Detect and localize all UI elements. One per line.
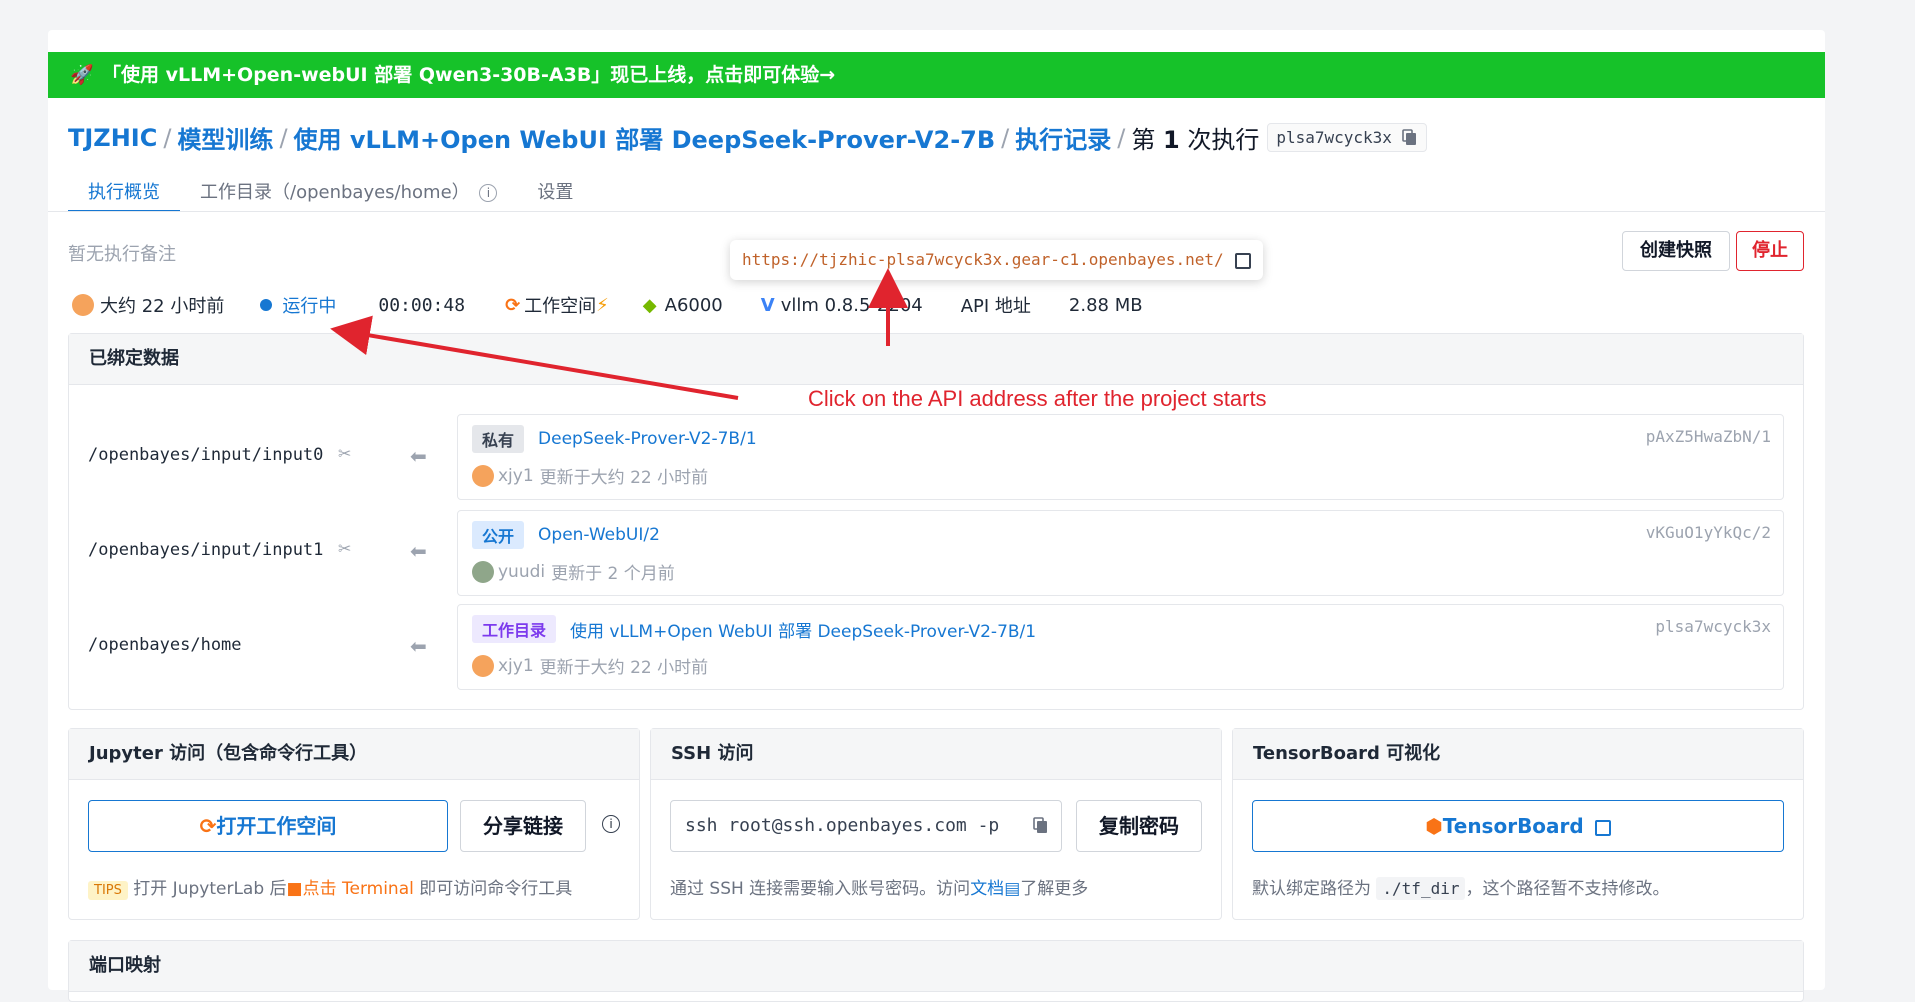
annotation-text: Click on the API address after the proje… — [808, 386, 1267, 411]
annotation-arrow-left — [330, 315, 739, 400]
annotation-overlay — [330, 268, 908, 400]
